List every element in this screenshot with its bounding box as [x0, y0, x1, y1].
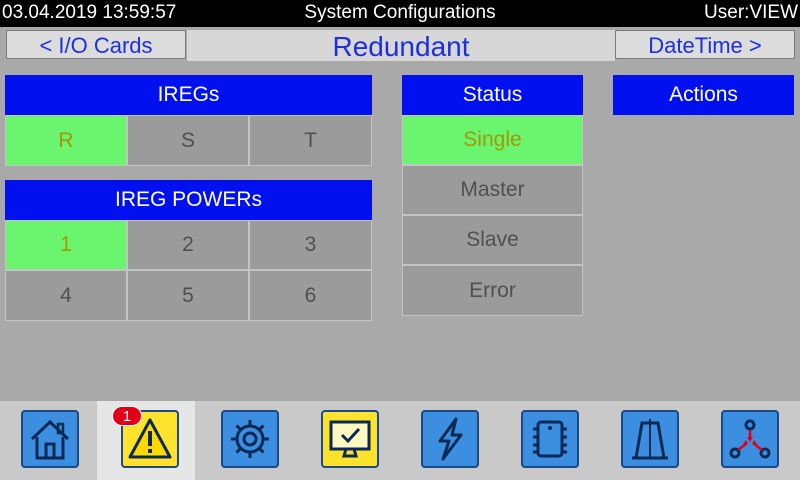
network-button[interactable] [721, 410, 779, 468]
status-error: Error [402, 265, 583, 316]
user-text: User:VIEW [704, 2, 798, 23]
ireg-powers-header: IREG POWERs [5, 180, 372, 220]
status-single-label: Single [463, 128, 522, 151]
power-3-button[interactable]: 3 [249, 220, 372, 270]
iregs-grid: R S T [5, 115, 372, 166]
status-master-label: Master [460, 178, 525, 201]
monitor-check-icon [329, 420, 371, 458]
settings-button[interactable] [221, 410, 279, 468]
home-icon [30, 419, 70, 460]
top-status-bar: 03.04.2019 13:59:57 System Configuration… [0, 0, 800, 27]
status-single: Single [402, 115, 583, 165]
power-button[interactable] [421, 410, 479, 468]
power-5-button[interactable]: 5 [127, 270, 249, 321]
io-cards-button[interactable]: < I/O Cards [6, 30, 186, 59]
datetime-button[interactable]: DateTime > [615, 30, 795, 59]
alarm-count-badge: 1 [112, 406, 142, 426]
power-1-button[interactable]: 1 [5, 220, 127, 270]
io-button[interactable] [521, 410, 579, 468]
power-5-label: 5 [182, 283, 194, 307]
status-list: Single Master Slave Error [402, 115, 583, 316]
network-icon [729, 419, 771, 459]
ireg-t-button[interactable]: T [249, 115, 372, 166]
power-4-label: 4 [60, 283, 72, 307]
gear-icon [231, 420, 269, 458]
status-error-label: Error [469, 278, 516, 302]
power-3-label: 3 [304, 233, 317, 256]
ireg-r-label: R [58, 128, 74, 152]
status-slave: Slave [402, 215, 583, 265]
power-2-label: 2 [182, 233, 194, 256]
ireg-t-label: T [304, 128, 317, 152]
power-6-button[interactable]: 6 [249, 270, 372, 321]
trend-button[interactable] [621, 410, 679, 468]
status-header: Status [402, 75, 583, 115]
ireg-s-button[interactable]: S [127, 115, 249, 166]
power-1-label: 1 [60, 233, 72, 256]
ireg-powers-grid: 1 2 3 4 5 6 [5, 220, 372, 321]
ireg-r-button[interactable]: R [5, 115, 127, 166]
status-master: Master [402, 165, 583, 215]
actions-header: Actions [613, 75, 794, 115]
screen-title: System Configurations [304, 2, 496, 23]
status-slave-label: Slave [466, 228, 519, 251]
ireg-s-label: S [180, 128, 195, 152]
power-6-label: 6 [304, 283, 317, 307]
page-title: Redundant [187, 30, 615, 62]
power-2-button[interactable]: 2 [127, 220, 249, 270]
system-button[interactable] [321, 410, 379, 468]
home-button[interactable] [21, 410, 79, 468]
chip-icon [533, 420, 567, 458]
iregs-header: IREGs [5, 75, 372, 115]
power-4-button[interactable]: 4 [5, 270, 127, 321]
lightning-icon [438, 417, 463, 461]
waveform-icon [632, 419, 668, 460]
